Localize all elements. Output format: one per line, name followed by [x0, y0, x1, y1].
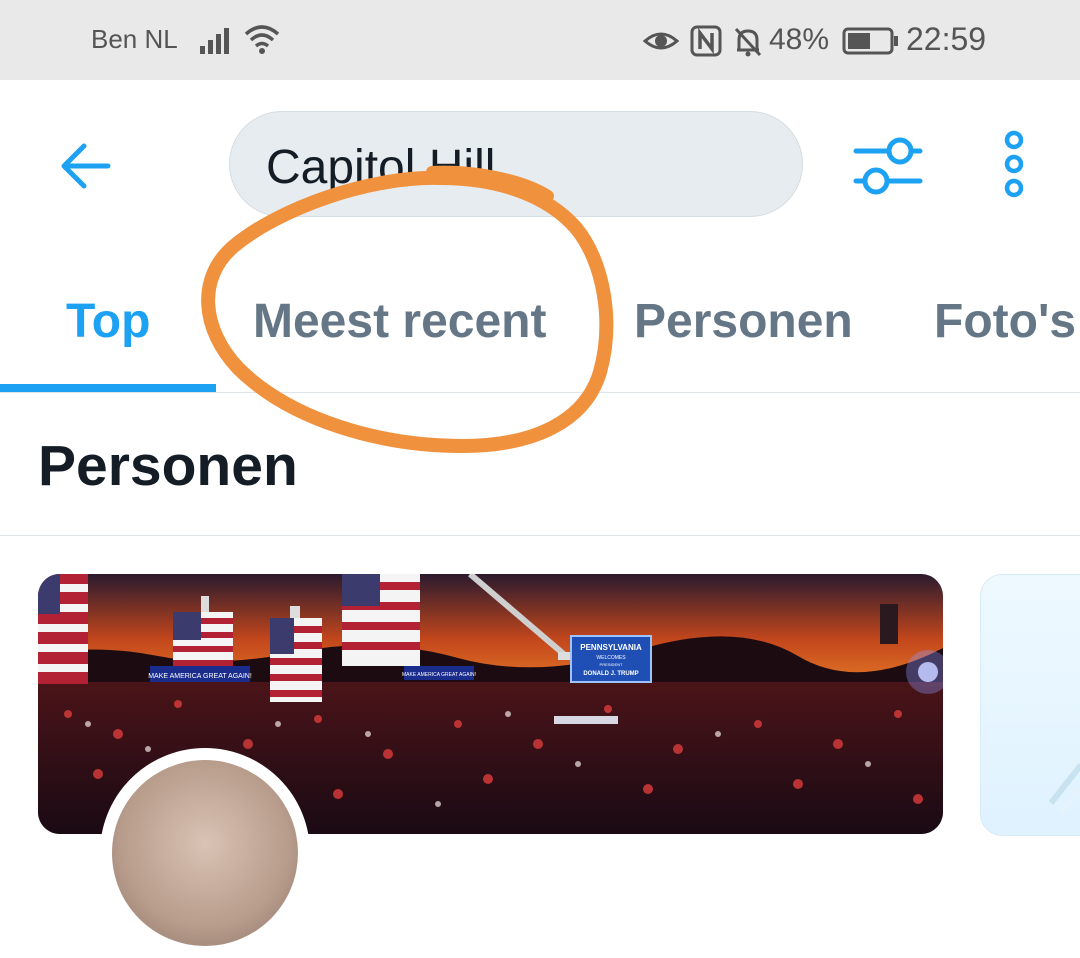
section-title: Personen: [38, 434, 298, 498]
svg-text:DONALD J. TRUMP: DONALD J. TRUMP: [583, 671, 638, 677]
wifi-icon: [244, 25, 280, 54]
flag-4: [342, 574, 420, 666]
status-bar: Ben NL 48% 22:59: [0, 0, 1080, 80]
bell-off-icon: [734, 27, 762, 57]
banner-left-text: MAKE AMERICA GREAT AGAIN!: [148, 673, 252, 680]
eye-icon: [643, 32, 679, 50]
active-tab-indicator: [0, 384, 216, 392]
person-card-secondary[interactable]: [980, 574, 1080, 836]
tab-fotos[interactable]: Foto's: [934, 294, 1076, 349]
battery-icon: [842, 27, 898, 55]
filter-sliders-icon[interactable]: [852, 135, 924, 199]
avatar-photo: [112, 760, 298, 946]
search-header: Capitol Hill: [0, 80, 1080, 250]
pennsylvania-sign: PENNSYLVANIA WELCOMES PRESIDENT DONALD J…: [570, 635, 652, 683]
more-vertical-icon[interactable]: [996, 130, 1032, 202]
svg-text:WELCOMES: WELCOMES: [596, 655, 626, 661]
avatar[interactable]: [100, 748, 310, 958]
battery-percent: 48%: [769, 23, 830, 56]
carrier-name: Ben NL: [91, 24, 178, 54]
svg-text:PRESIDENT: PRESIDENT: [600, 662, 623, 667]
search-query[interactable]: Capitol Hill: [266, 140, 495, 195]
svg-text:PENNSYLVANIA: PENNSYLVANIA: [580, 643, 642, 652]
signal-icon: [200, 28, 229, 54]
clock-time: 22:59: [906, 21, 987, 57]
tabs-divider: [0, 392, 1080, 393]
nfc-icon: [690, 25, 722, 57]
search-input[interactable]: Capitol Hill: [229, 111, 803, 217]
section-divider: [0, 535, 1080, 536]
banner-right-text: MAKE AMERICA GREAT AGAIN!: [402, 672, 476, 678]
back-arrow-icon[interactable]: [58, 138, 114, 194]
flag-left: [38, 574, 88, 684]
card-decoration: [1048, 763, 1080, 815]
tab-top[interactable]: Top: [66, 294, 150, 349]
tab-personen[interactable]: Personen: [634, 294, 853, 349]
flag-3: [270, 606, 322, 702]
search-tabs: Top Meest recent Personen Foto's: [0, 250, 1080, 393]
tab-meest-recent[interactable]: Meest recent: [253, 294, 546, 349]
